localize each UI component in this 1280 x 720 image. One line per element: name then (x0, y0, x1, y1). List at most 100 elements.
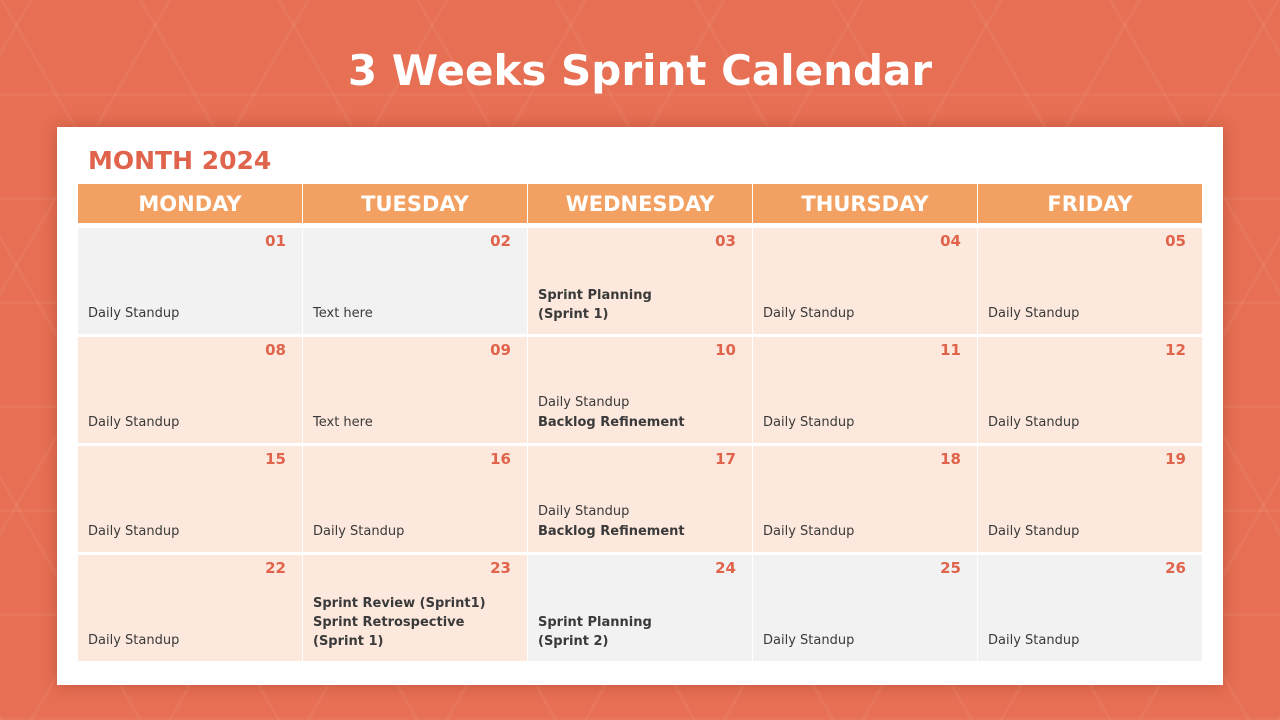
day-number: 10 (715, 341, 736, 359)
event-list: Text here (313, 304, 519, 324)
event-text: Daily Standup (763, 306, 855, 321)
day-cell[interactable]: 05 Daily Standup (978, 228, 1202, 334)
month-label: MONTH 2024 (88, 146, 272, 175)
event-text: (Sprint 1) (313, 634, 384, 649)
event-text: Text here (313, 415, 373, 430)
day-number: 05 (1165, 232, 1186, 250)
day-cell[interactable]: 15 Daily Standup (78, 446, 303, 552)
event-list: Daily Standup (988, 304, 1194, 324)
weekday-header: WEDNESDAY (528, 184, 753, 223)
day-cell[interactable]: 01 Daily Standup (78, 228, 303, 334)
event-list: Daily Standup (763, 413, 969, 433)
weekday-header: MONDAY (78, 184, 303, 223)
event-text: Text here (313, 306, 373, 321)
event-text: Daily Standup (763, 415, 855, 430)
day-cell[interactable]: 10 Daily Standup Backlog Refinement (528, 337, 753, 443)
calendar-grid: MONDAY TUESDAY WEDNESDAY THURSDAY FRIDAY… (78, 184, 1202, 661)
day-number: 16 (490, 450, 511, 468)
event-list: Daily Standup Backlog Refinement (538, 393, 744, 433)
event-text: Sprint Planning (538, 288, 652, 303)
day-number: 22 (265, 559, 286, 577)
event-text: Daily Standup (88, 306, 180, 321)
day-cell[interactable]: 02 Text here (303, 228, 528, 334)
day-cell[interactable]: 25 Daily Standup (753, 555, 978, 661)
day-cell[interactable]: 11 Daily Standup (753, 337, 978, 443)
day-cell[interactable]: 17 Daily Standup Backlog Refinement (528, 446, 753, 552)
day-cell[interactable]: 26 Daily Standup (978, 555, 1202, 661)
day-number: 02 (490, 232, 511, 250)
event-text: Backlog Refinement (538, 415, 685, 430)
event-text: Daily Standup (88, 415, 180, 430)
event-list: Daily Standup (313, 522, 519, 542)
event-list: Daily Standup (988, 631, 1194, 651)
event-text: Daily Standup (763, 524, 855, 539)
event-text: Sprint Planning (538, 615, 652, 630)
day-number: 09 (490, 341, 511, 359)
weeks-container: 01 Daily Standup 02 Text here 03 Sprint Plann… (78, 228, 1202, 661)
day-cell[interactable]: 23 Sprint Review (Sprint1) Sprint Retrospe… (303, 555, 528, 661)
day-number: 12 (1165, 341, 1186, 359)
event-text: Daily Standup (88, 633, 180, 648)
weekday-header: FRIDAY (978, 184, 1202, 223)
day-cell[interactable]: 12 Daily Standup (978, 337, 1202, 443)
event-list: Daily Standup (88, 304, 294, 324)
event-list: Daily Standup (763, 304, 969, 324)
day-number: 26 (1165, 559, 1186, 577)
event-list: Daily Standup Backlog Refinement (538, 502, 744, 542)
week-row: 01 Daily Standup 02 Text here 03 Sprint Plann… (78, 228, 1202, 334)
day-cell[interactable]: 03 Sprint Planning (Sprint 1) (528, 228, 753, 334)
event-list: Daily Standup (88, 631, 294, 651)
event-list: Daily Standup (988, 522, 1194, 542)
event-text: Sprint Retrospective (313, 615, 465, 630)
event-list: Daily Standup (763, 522, 969, 542)
event-text: Daily Standup (538, 395, 630, 410)
day-number: 04 (940, 232, 961, 250)
event-text: Daily Standup (988, 415, 1080, 430)
weekday-header: THURSDAY (753, 184, 978, 223)
event-list: Daily Standup (763, 631, 969, 651)
day-cell[interactable]: 18 Daily Standup (753, 446, 978, 552)
event-text: Daily Standup (313, 524, 405, 539)
weekday-header: TUESDAY (303, 184, 528, 223)
event-text: (Sprint 2) (538, 634, 609, 649)
week-row: 08 Daily Standup 09 Text here 10 Daily Standu… (78, 337, 1202, 443)
day-number: 19 (1165, 450, 1186, 468)
day-number: 17 (715, 450, 736, 468)
event-text: Daily Standup (763, 633, 855, 648)
calendar-card: MONTH 2024 MONDAY TUESDAY WEDNESDAY THUR… (57, 127, 1223, 685)
day-cell[interactable]: 04 Daily Standup (753, 228, 978, 334)
day-number: 25 (940, 559, 961, 577)
day-cell[interactable]: 09 Text here (303, 337, 528, 443)
day-number: 24 (715, 559, 736, 577)
day-cell[interactable]: 16 Daily Standup (303, 446, 528, 552)
event-text: (Sprint 1) (538, 307, 609, 322)
day-cell[interactable]: 24 Sprint Planning (Sprint 2) (528, 555, 753, 661)
event-list: Daily Standup (988, 413, 1194, 433)
event-text: Daily Standup (988, 633, 1080, 648)
event-text: Daily Standup (988, 306, 1080, 321)
day-number: 01 (265, 232, 286, 250)
event-list: Daily Standup (88, 522, 294, 542)
event-text: Backlog Refinement (538, 524, 685, 539)
weekday-header-row: MONDAY TUESDAY WEDNESDAY THURSDAY FRIDAY (78, 184, 1202, 223)
week-row: 22 Daily Standup 23 Sprint Review (Sprint1)… (78, 555, 1202, 661)
day-cell[interactable]: 19 Daily Standup (978, 446, 1202, 552)
week-row: 15 Daily Standup 16 Daily Standup 17 Daily St… (78, 446, 1202, 552)
day-number: 03 (715, 232, 736, 250)
day-cell[interactable]: 22 Daily Standup (78, 555, 303, 661)
event-text: Daily Standup (88, 524, 180, 539)
event-list: Sprint Planning (Sprint 1) (538, 286, 744, 324)
event-list: Daily Standup (88, 413, 294, 433)
day-number: 08 (265, 341, 286, 359)
event-text: Sprint Review (Sprint1) (313, 596, 486, 611)
day-number: 23 (490, 559, 511, 577)
event-text: Daily Standup (988, 524, 1080, 539)
event-list: Text here (313, 413, 519, 433)
day-number: 18 (940, 450, 961, 468)
event-list: Sprint Review (Sprint1) Sprint Retrospect… (313, 594, 519, 651)
day-number: 15 (265, 450, 286, 468)
page-title: 3 Weeks Sprint Calendar (347, 46, 933, 95)
event-list: Sprint Planning (Sprint 2) (538, 613, 744, 651)
day-cell[interactable]: 08 Daily Standup (78, 337, 303, 443)
event-text: Daily Standup (538, 504, 630, 519)
